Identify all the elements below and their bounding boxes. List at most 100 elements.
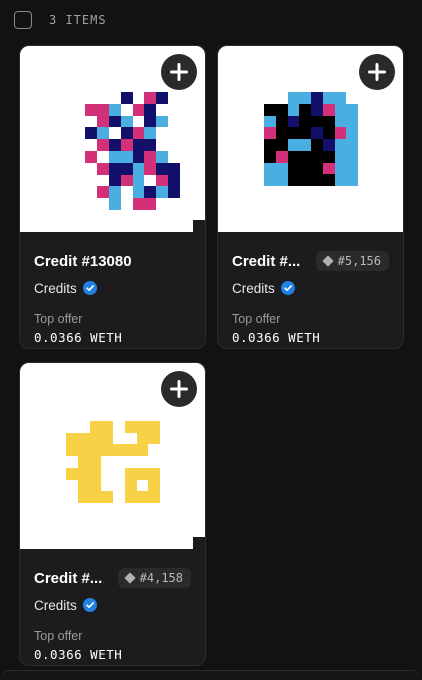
collection-row: Credits [34,278,191,298]
artwork-pixel [109,127,121,139]
artwork-pixel [156,198,168,210]
artwork-pixel [136,491,149,503]
item-image[interactable] [20,363,205,549]
artwork-pixel [124,479,137,492]
artwork-pixel [299,127,311,139]
artwork-pixel [96,103,109,116]
artwork-pixel [78,409,90,421]
item-card[interactable]: Credit #13080 Credits Top offer 0.0366 W… [19,45,206,349]
artwork-pixel [156,115,169,128]
artwork-pixel [148,409,160,421]
artwork-pixel [66,432,78,445]
artwork-pixel [108,115,121,128]
artwork-pixel [113,456,125,468]
artwork-pixel [144,139,157,151]
artwork-pixel [136,444,149,456]
artwork-pixel [97,198,109,210]
item-image[interactable] [20,46,205,232]
artwork-pixel [322,174,335,186]
artwork-pixel [85,198,97,210]
artwork-pixel [66,456,78,468]
artwork-pixel [132,174,145,187]
artwork-pixel [346,162,358,175]
top-offer-label: Top offer [232,312,281,326]
artwork-pixel [168,162,180,175]
artwork-pixel [346,139,358,151]
item-title[interactable]: Credit #... [232,253,300,270]
artwork-pixel [101,468,113,480]
artwork-pixel [322,115,335,128]
artwork-pixel [264,115,276,128]
artwork-pixel [125,456,137,468]
artwork-pixel [144,103,157,116]
artwork-pixel [275,139,288,151]
artwork-pixel [132,151,145,163]
collection-name[interactable]: Credits [34,598,77,613]
artwork-pixel [120,115,133,128]
artwork-pixel [156,151,169,163]
top-offer-value: 0.0366 WETH [34,647,123,662]
artwork-pixel [89,420,102,433]
artwork-pixel [287,150,300,163]
item-title[interactable]: Credit #... [34,570,102,587]
artwork-pixel [275,150,288,163]
artwork-pixel [113,409,125,421]
rarity-rank-badge: #4,158 [117,568,191,588]
artwork-pixel [121,104,133,116]
select-all-checkbox[interactable] [14,11,32,29]
artwork-pixel [346,150,358,163]
artwork-pixel [113,480,125,492]
image-corner [193,537,205,549]
artwork-pixel [77,444,90,456]
artwork-pixel [108,103,121,116]
artwork-pixel [132,103,145,116]
artwork-pixel [89,467,102,480]
artwork-pixel [120,151,133,163]
rarity-rank-badge: #5,156 [315,251,389,271]
artwork-pixel [264,127,276,139]
artwork-pixel [287,92,300,104]
verified-badge-icon [82,598,97,612]
item-card[interactable]: Credit #... #5,156 Credits Top offer 0.0… [217,45,404,349]
item-card[interactable]: Credit #... #4,158 Credits Top offer 0.0… [19,362,206,666]
artwork-pixel [108,174,121,187]
artwork-pixel [148,467,160,480]
artwork-pixel [77,432,90,445]
artwork-pixel [311,92,323,104]
artwork-pixel [144,198,157,210]
artwork-pixel [66,491,78,503]
artwork-pixel [264,139,276,151]
top-offer-label: Top offer [34,629,83,643]
artwork-pixel [276,92,288,104]
add-to-cart-button[interactable] [161,54,197,90]
artwork-pixel [346,127,358,139]
artwork-pixel [346,103,358,116]
item-title[interactable]: Credit #13080 [34,253,132,270]
item-image[interactable] [218,46,403,232]
artwork-pixel [85,163,97,175]
artwork-pixel [137,456,149,468]
artwork-pixel [136,432,149,445]
collection-name[interactable]: Credits [232,281,275,296]
artwork-pixel [275,174,288,186]
artwork-pixel [156,186,169,199]
artwork-pixel [156,127,168,139]
artwork-pixel [132,198,145,210]
artwork-pixel [108,139,121,151]
items-header: 3 ITEMS [14,8,107,32]
artwork-pixel [121,198,133,210]
item-artwork [85,92,180,210]
artwork-pixel [311,115,323,128]
artwork-pixel [264,150,276,163]
artwork-pixel [97,175,109,187]
artwork-pixel [144,92,157,104]
collection-name[interactable]: Credits [34,281,77,296]
artwork-pixel [89,432,102,445]
add-to-cart-button[interactable] [359,54,395,90]
artwork-pixel [322,103,335,116]
artwork-pixel [120,92,133,104]
artwork-pixel [346,92,358,104]
add-to-cart-button[interactable] [161,371,197,407]
artwork-pixel [311,162,323,175]
artwork-pixel [137,409,149,421]
